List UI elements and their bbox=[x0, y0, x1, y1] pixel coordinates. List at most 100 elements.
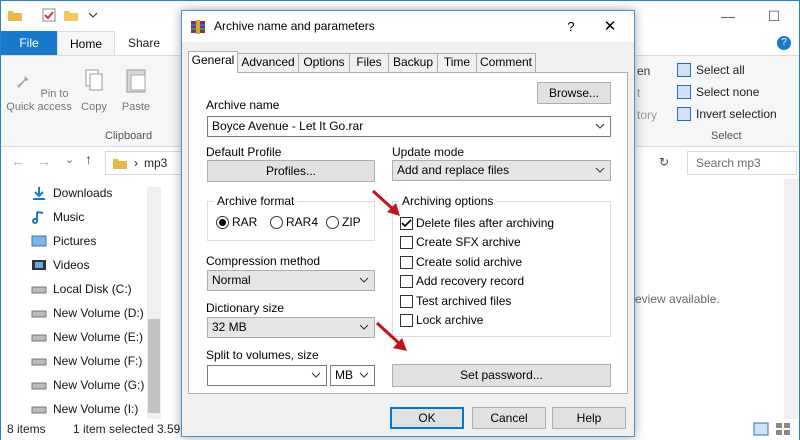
create-sfx-checkbox[interactable]: Create SFX archive bbox=[400, 235, 521, 249]
help-icon[interactable]: ? bbox=[777, 36, 791, 50]
t-fragment: t bbox=[637, 86, 641, 100]
forward-arrow-icon[interactable]: → bbox=[37, 153, 51, 169]
chevron-down-icon[interactable] bbox=[358, 366, 370, 385]
tab-options[interactable]: Options bbox=[298, 53, 350, 72]
tab-time[interactable]: Time bbox=[437, 53, 477, 72]
select-none-button[interactable]: Select none bbox=[677, 85, 759, 99]
drive-icon bbox=[31, 382, 47, 390]
nav-scrollbar[interactable] bbox=[147, 187, 161, 419]
explorer-maximize-icon[interactable]: ☐ bbox=[751, 1, 797, 31]
tab-backup[interactable]: Backup bbox=[388, 53, 438, 72]
content-scrollbar[interactable] bbox=[784, 179, 798, 419]
dialog-titlebar: Archive name and parameters ? ✕ bbox=[182, 11, 634, 42]
ok-button[interactable]: OK bbox=[390, 407, 464, 429]
chevron-down-icon[interactable] bbox=[310, 366, 322, 385]
drive-icon bbox=[31, 358, 47, 366]
paste-button[interactable]: Paste bbox=[117, 66, 155, 114]
nav-item-volume-d[interactable]: New Volume (D:) bbox=[31, 301, 144, 325]
format-rar-radio[interactable]: RAR bbox=[216, 215, 257, 229]
tab-home[interactable]: Home bbox=[57, 31, 115, 55]
compression-method-select[interactable]: Normal bbox=[207, 270, 375, 291]
search-input[interactable]: Search mp3 bbox=[687, 151, 797, 175]
folder-icon[interactable] bbox=[7, 8, 23, 22]
properties-icon[interactable] bbox=[41, 8, 57, 22]
nav-label: Music bbox=[53, 210, 85, 224]
archive-parameters-dialog: Archive name and parameters ? ✕ General … bbox=[181, 10, 635, 437]
navigation-pane: Downloads Music Pictures Videos Local Di… bbox=[1, 179, 161, 419]
format-rar4-radio[interactable]: RAR4 bbox=[270, 215, 318, 229]
nav-scroll-thumb[interactable] bbox=[148, 319, 160, 413]
pin-to-quick-access-button[interactable]: Pin to Quick access bbox=[5, 66, 73, 114]
copy-button[interactable]: Copy bbox=[77, 66, 111, 114]
nav-item-volume-e[interactable]: New Volume (E:) bbox=[31, 325, 143, 349]
chevron-down-icon[interactable] bbox=[358, 318, 370, 337]
nav-item-pictures[interactable]: Pictures bbox=[31, 229, 96, 253]
invert-selection-icon bbox=[677, 107, 691, 121]
checkbox-icon bbox=[400, 294, 413, 308]
nav-item-local-disk-c[interactable]: Local Disk (C:) bbox=[31, 277, 132, 301]
chevron-down-icon[interactable] bbox=[358, 271, 370, 290]
winrar-icon bbox=[191, 20, 205, 34]
format-rar4-label: RAR4 bbox=[286, 215, 319, 229]
nav-item-music[interactable]: Music bbox=[31, 205, 84, 229]
tab-comment[interactable]: Comment bbox=[476, 53, 536, 72]
radio-icon bbox=[326, 215, 339, 229]
history-fragment: tory bbox=[637, 108, 658, 122]
tab-general[interactable]: General bbox=[188, 51, 238, 73]
nav-item-downloads[interactable]: Downloads bbox=[31, 181, 112, 205]
select-all-icon bbox=[677, 63, 691, 77]
drive-icon bbox=[31, 406, 47, 414]
chevron-down-icon[interactable] bbox=[594, 161, 606, 180]
cancel-button[interactable]: Cancel bbox=[472, 407, 546, 429]
nav-label: Local Disk (C:) bbox=[53, 282, 132, 296]
update-mode-label: Update mode bbox=[392, 145, 465, 159]
tab-files[interactable]: Files bbox=[349, 53, 389, 72]
annotation-arrow-icon bbox=[375, 321, 407, 351]
browse-button[interactable]: Browse... bbox=[537, 82, 611, 104]
split-size-input[interactable] bbox=[207, 365, 327, 386]
close-icon[interactable]: ✕ bbox=[586, 11, 634, 42]
tab-share[interactable]: Share bbox=[115, 31, 173, 55]
music-icon bbox=[32, 211, 44, 224]
chevron-down-icon[interactable] bbox=[85, 8, 101, 22]
explorer-minimize-icon[interactable]: — bbox=[705, 1, 751, 31]
nav-item-volume-i[interactable]: New Volume (I:) bbox=[31, 397, 138, 421]
split-unit-select[interactable]: MB bbox=[330, 365, 375, 386]
create-solid-checkbox[interactable]: Create solid archive bbox=[400, 255, 522, 269]
checkbox-icon bbox=[400, 255, 413, 269]
test-archived-checkbox[interactable]: Test archived files bbox=[400, 294, 511, 308]
recent-chevron-icon[interactable]: ⌄ bbox=[65, 153, 74, 166]
lock-archive-checkbox[interactable]: Lock archive bbox=[400, 313, 483, 327]
back-arrow-icon[interactable]: ← bbox=[11, 153, 25, 169]
nav-item-volume-g[interactable]: New Volume (G:) bbox=[31, 373, 144, 397]
update-mode-select[interactable]: Add and replace files bbox=[392, 160, 611, 181]
set-password-button[interactable]: Set password... bbox=[392, 364, 611, 387]
help-icon[interactable]: ? bbox=[556, 11, 586, 42]
nav-label: Downloads bbox=[53, 186, 113, 200]
nav-item-volume-f[interactable]: New Volume (F:) bbox=[31, 349, 142, 373]
new-folder-icon[interactable] bbox=[63, 8, 79, 22]
dictionary-value: 32 MB bbox=[212, 320, 247, 334]
format-zip-radio[interactable]: ZIP bbox=[326, 215, 361, 229]
nav-item-videos[interactable]: Videos bbox=[31, 253, 89, 277]
open-fragment: en bbox=[637, 64, 651, 78]
details-view-icon[interactable] bbox=[753, 422, 769, 436]
nav-label: New Volume (D:) bbox=[53, 306, 144, 320]
tab-advanced[interactable]: Advanced bbox=[237, 53, 299, 72]
dictionary-size-select[interactable]: 32 MB bbox=[207, 317, 375, 338]
checkbox-icon bbox=[400, 235, 413, 249]
archive-name-input[interactable]: Boyce Avenue - Let It Go.rar bbox=[207, 116, 611, 137]
refresh-icon[interactable]: ↻ bbox=[659, 155, 669, 169]
nav-label: New Volume (G:) bbox=[53, 378, 145, 392]
large-icons-view-icon[interactable] bbox=[775, 422, 791, 436]
drive-icon bbox=[31, 334, 47, 342]
up-arrow-icon[interactable]: ↑ bbox=[85, 151, 92, 167]
chevron-down-icon[interactable] bbox=[594, 117, 606, 136]
recovery-record-checkbox[interactable]: Add recovery record bbox=[400, 274, 524, 288]
invert-selection-button[interactable]: Invert selection bbox=[677, 107, 777, 121]
select-all-button[interactable]: Select all bbox=[677, 63, 745, 77]
profiles-button[interactable]: Profiles... bbox=[207, 160, 375, 182]
delete-files-checkbox[interactable]: Delete files after archiving bbox=[400, 216, 554, 230]
tab-file[interactable]: File bbox=[1, 31, 57, 55]
help-button[interactable]: Help bbox=[552, 407, 626, 429]
